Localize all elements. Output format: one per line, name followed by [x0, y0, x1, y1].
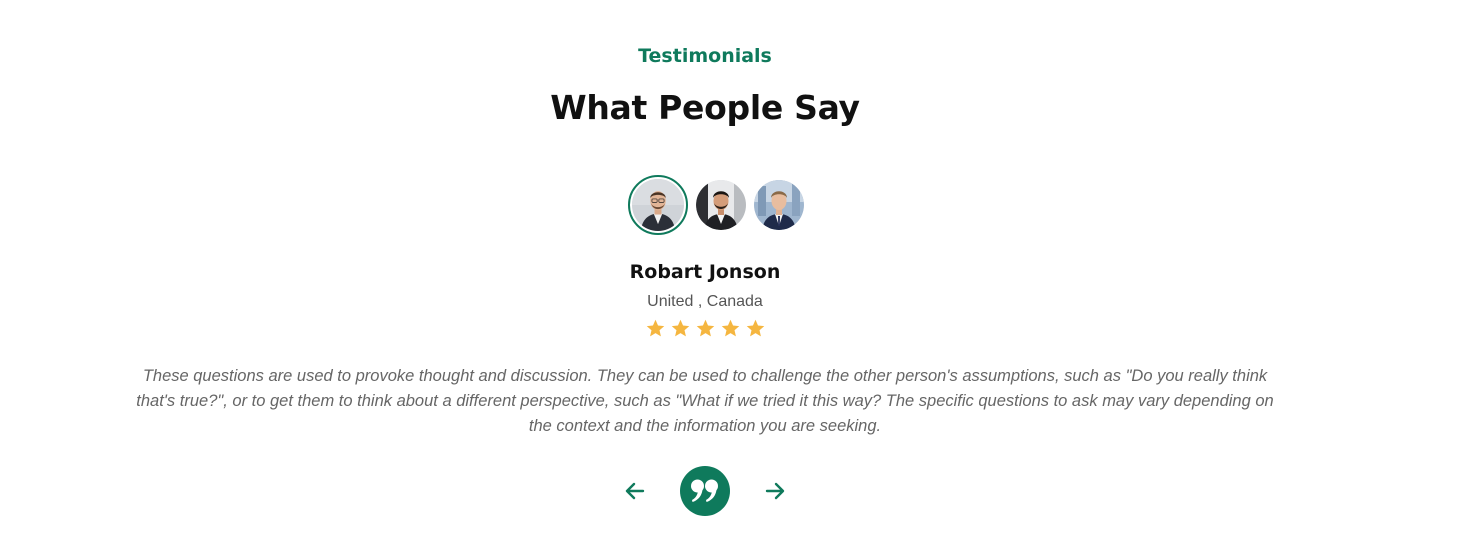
section-eyebrow: Testimonials	[638, 45, 772, 67]
testimonial-quote: These questions are used to provoke thou…	[136, 367, 1274, 435]
star-icon	[746, 319, 765, 337]
star-icon	[696, 319, 715, 337]
prev-button[interactable]	[620, 476, 650, 506]
star-icon	[646, 319, 665, 337]
avatar-3[interactable]	[754, 180, 804, 230]
quote-badge	[680, 466, 730, 516]
avatar-2[interactable]	[696, 180, 746, 230]
rating-stars	[645, 318, 766, 342]
testimonials-section: Testimonials What People Say Robart Jons…	[0, 0, 1479, 553]
avatar-1-photo	[632, 179, 684, 231]
next-button[interactable]	[760, 476, 790, 506]
star-icon	[721, 319, 740, 337]
testimonial-location: United , Canada	[647, 293, 763, 310]
arrow-right-icon	[765, 482, 785, 500]
carousel-nav	[620, 466, 790, 516]
testimonial-name: Robart Jonson	[629, 261, 781, 283]
avatar-1[interactable]	[628, 175, 688, 235]
avatar-list	[628, 175, 804, 235]
arrow-left-icon	[625, 482, 645, 500]
avatar-2-photo	[696, 180, 746, 230]
star-icon	[671, 319, 690, 337]
quote-icon	[691, 479, 718, 502]
avatar-3-photo	[754, 180, 804, 230]
section-title: What People Say	[550, 88, 860, 127]
